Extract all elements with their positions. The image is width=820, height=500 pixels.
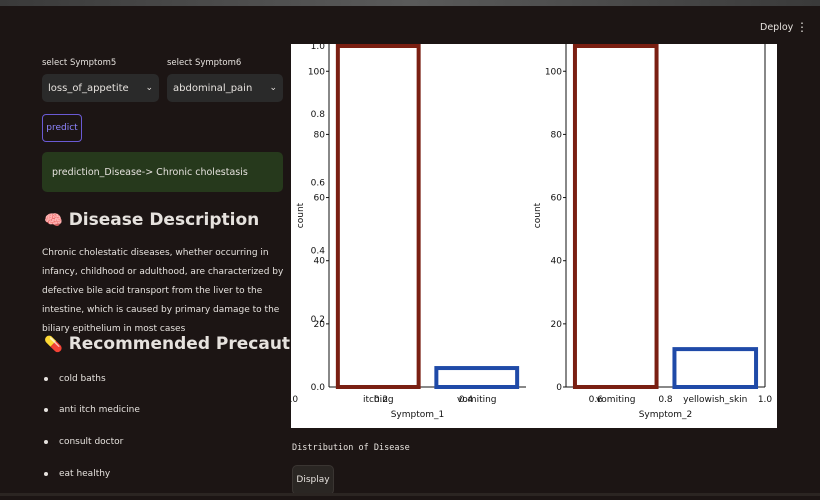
list-item: eat healthy (44, 469, 110, 479)
disease-description-text: Chronic cholestatic diseases, whether oc… (42, 248, 284, 334)
precautions-heading: 💊 Recommended Precautions (44, 334, 330, 354)
y-tick-label: 40 (314, 257, 326, 267)
prediction-text: prediction_Disease-> Chronic cholestasis (52, 166, 248, 178)
y-tick-label: 80 (551, 130, 563, 140)
y-tick-label-overlay: 0.0 (311, 383, 326, 393)
symptom6-select[interactable]: abdominal_pain ⌄ (167, 74, 283, 102)
y-tick-label: 80 (314, 130, 326, 140)
x-tick-label: 0.4 (459, 395, 474, 405)
symptom-chart: itching vomiting 20 40 60 80 100 0.0 0.2 0.4 0.6 0.… (291, 44, 777, 428)
y-tick-label: 60 (551, 194, 563, 204)
kebab-menu-icon[interactable]: ⋮ (796, 20, 808, 34)
symptom6-value: abdominal_pain (173, 82, 253, 94)
symptom5-label: select Symptom5 (42, 58, 117, 68)
y-tick-label-overlay: 1.0 (311, 44, 326, 52)
bottom-divider (0, 493, 820, 496)
list-item: consult doctor (44, 437, 123, 447)
bar-vomiting (572, 44, 659, 389)
x-tick-label: 1.0 (758, 395, 773, 405)
y-tick-label-overlay: 0.8 (311, 110, 326, 120)
chevron-down-icon: ⌄ (269, 83, 277, 93)
symptom5-value: loss_of_appetite (48, 82, 129, 94)
symptom-chart-svg: itching vomiting204060801000.00.20.40.60.… (291, 44, 773, 420)
bullet-icon (44, 376, 48, 381)
y-tick-label: 100 (545, 67, 562, 77)
list-item: cold baths (44, 374, 106, 384)
x-tick-label: 0.6 (589, 395, 604, 405)
x-tick-label: 0.8 (658, 395, 673, 405)
display-button[interactable]: Display (292, 465, 334, 495)
y-tick-label-overlay: 0.4 (311, 247, 326, 257)
y-tick-label: 40 (551, 257, 563, 267)
brain-icon: 🧠 (44, 211, 63, 229)
predict-button[interactable]: predict (42, 114, 82, 142)
distribution-caption: Distribution of Disease (292, 443, 410, 453)
bar-vomiting (434, 366, 520, 389)
x-axis-label: Symptom_2 (639, 410, 693, 420)
bar-yellowish_skin (672, 347, 759, 390)
bullet-icon (44, 439, 48, 444)
tick-label-yellowish_skin: yellowish_skin (683, 395, 747, 405)
disease-description-title: Disease Description (68, 210, 260, 230)
pill-icon: 💊 (44, 335, 63, 353)
prediction-result: prediction_Disease-> Chronic cholestasis (42, 152, 283, 192)
symptom5-select[interactable]: loss_of_appetite ⌄ (42, 74, 159, 102)
disease-description-heading: 🧠 Disease Description (44, 210, 259, 230)
y-tick-label: 0 (556, 383, 562, 393)
y-axis-label: count (533, 202, 543, 228)
x-tick-label: 0.0 (291, 395, 298, 405)
chevron-down-icon: ⌄ (145, 83, 153, 93)
list-item: anti itch medicine (44, 405, 140, 415)
y-tick-label: 60 (314, 194, 326, 204)
y-tick-label-overlay: 0.6 (311, 178, 326, 188)
bar-itching (335, 44, 421, 389)
y-tick-label: 100 (308, 67, 325, 77)
bullet-icon (44, 471, 48, 476)
deploy-button[interactable]: Deploy (760, 22, 793, 33)
y-tick-label: 20 (551, 320, 563, 330)
top-accent-bar (0, 0, 820, 6)
y-axis-label: count (296, 202, 306, 228)
bullet-icon (44, 407, 48, 412)
symptom6-label: select Symptom6 (167, 58, 242, 68)
y-tick-label-overlay: 0.2 (311, 315, 325, 325)
x-axis-label: Symptom_1 (391, 410, 445, 420)
x-tick-label: 0.2 (374, 395, 388, 405)
